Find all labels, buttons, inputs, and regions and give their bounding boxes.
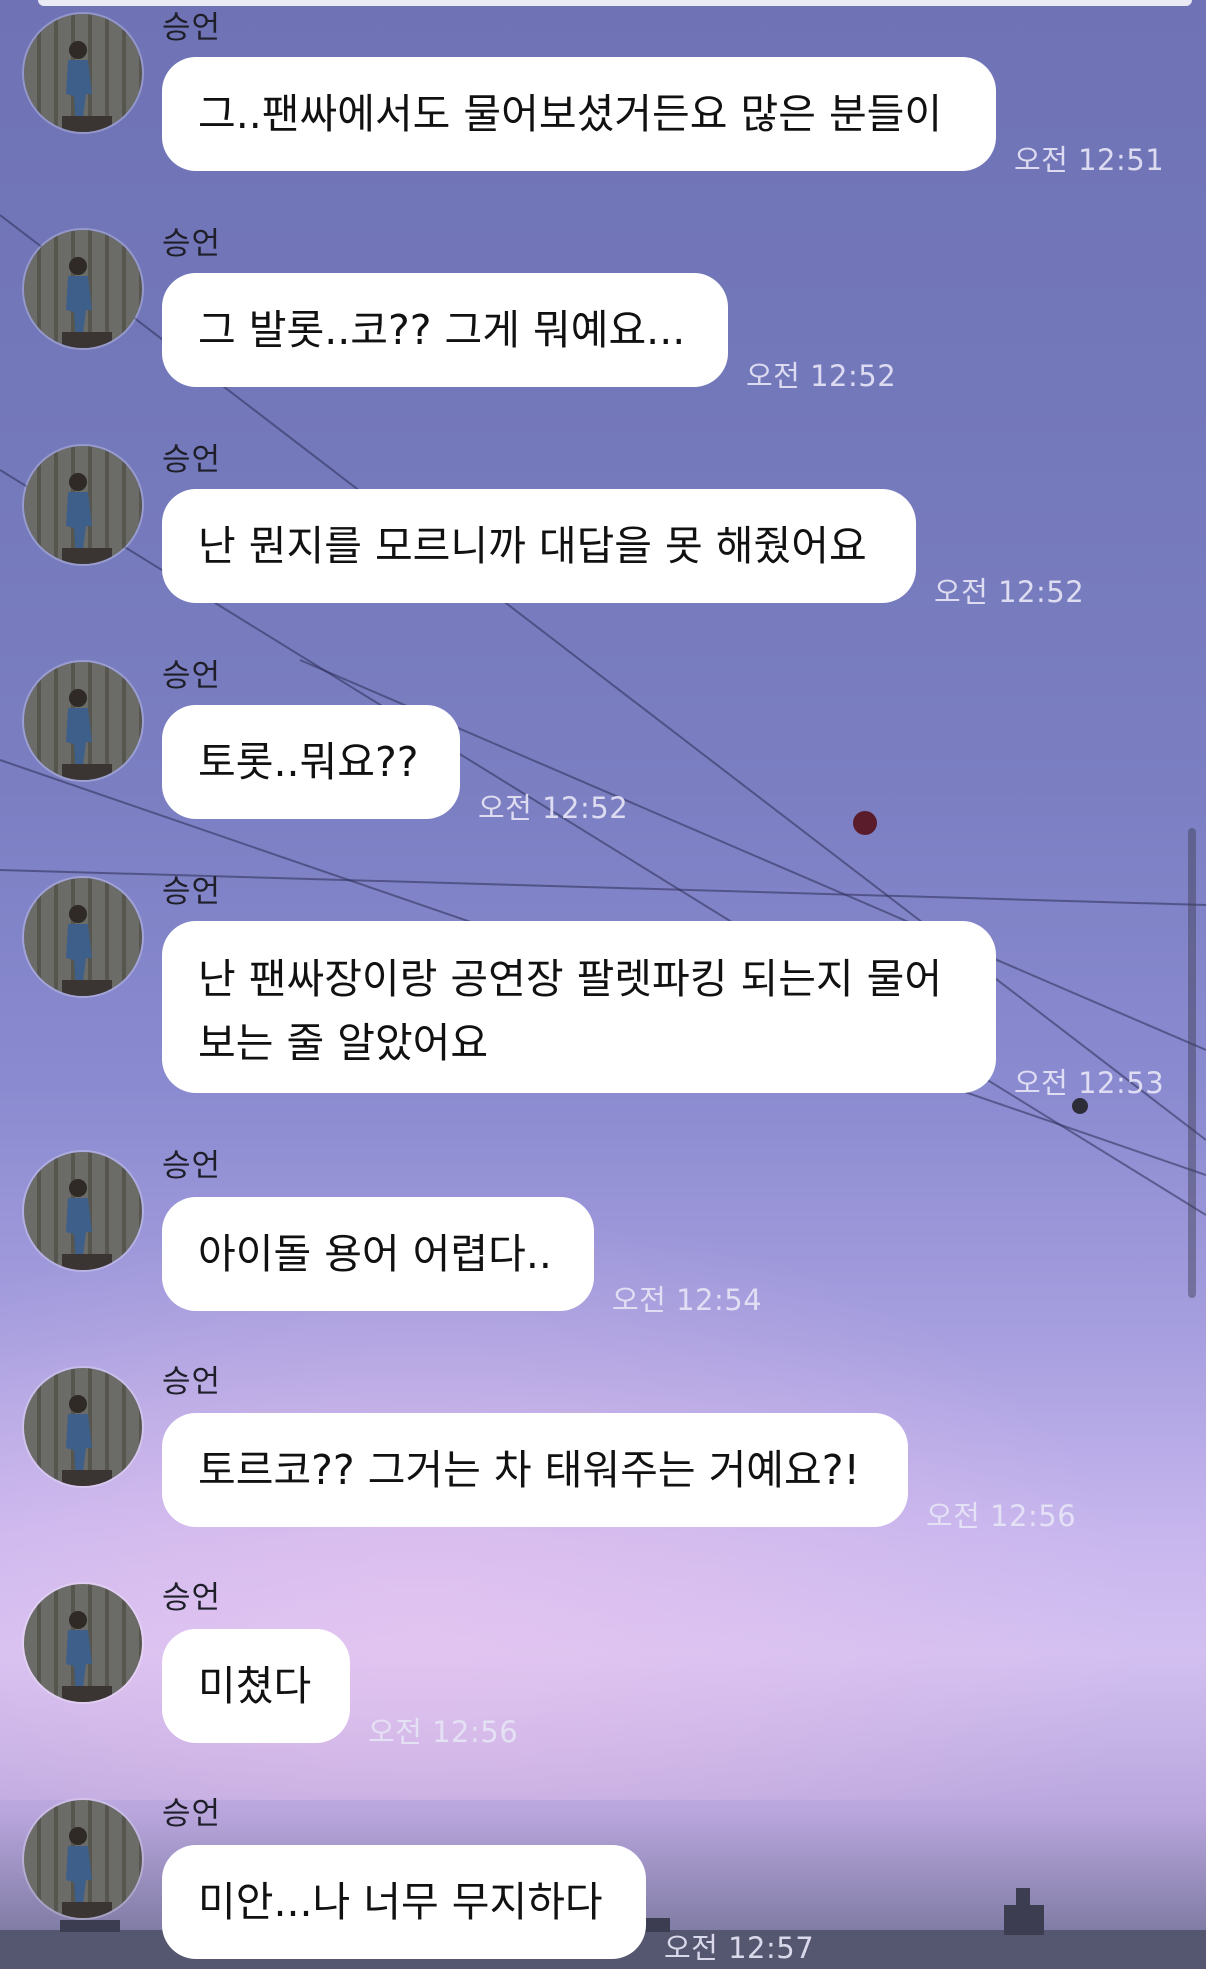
- profile-avatar[interactable]: [24, 662, 142, 780]
- sender-name: 승언: [162, 1796, 222, 1832]
- sender-name: 승언: [162, 874, 222, 910]
- message-bubble[interactable]: 난 팬싸장이랑 공연장 팔렛파킹 되는지 물어 보는 줄 알았어요: [162, 921, 996, 1093]
- message-bubble[interactable]: 미쳤다: [162, 1629, 350, 1743]
- profile-avatar[interactable]: [24, 446, 142, 564]
- message-timestamp: 오전 12:57: [664, 1931, 815, 1965]
- sender-name: 승언: [162, 658, 222, 694]
- message-bubble[interactable]: 그 발롯..코?? 그게 뭐예요...: [162, 273, 728, 387]
- message-bubble[interactable]: 아이돌 용어 어렵다..: [162, 1197, 594, 1311]
- message-timestamp: 오전 12:53: [1014, 1066, 1165, 1100]
- scrollbar-thumb[interactable]: [1188, 828, 1196, 1298]
- message-timestamp: 오전 12:52: [478, 791, 629, 825]
- profile-avatar[interactable]: [24, 1152, 142, 1270]
- profile-photo-icon: [62, 257, 112, 348]
- sender-name: 승언: [162, 1580, 222, 1616]
- message-bubble[interactable]: 미안...나 너무 무지하다: [162, 1845, 646, 1959]
- message-line: 난 팬싸장이랑 공연장 팔렛파킹 되는지 물어: [198, 955, 943, 1003]
- sender-name: 승언: [162, 10, 222, 46]
- message-bubble[interactable]: 난 뭔지를 모르니까 대답을 못 해줬어요: [162, 489, 916, 603]
- message-bubble[interactable]: 토르코?? 그거는 차 태워주는 거예요?!: [162, 1413, 908, 1527]
- chat-message-list[interactable]: 승언 그..팬싸에서도 물어보셨거든요 많은 분들이 오전 12:51 승언 그…: [0, 0, 1206, 1969]
- profile-avatar[interactable]: [24, 1800, 142, 1918]
- sender-name: 승언: [162, 1364, 222, 1400]
- profile-photo-icon: [62, 689, 112, 780]
- profile-photo-icon: [62, 905, 112, 996]
- message-timestamp: 오전 12:54: [612, 1283, 763, 1317]
- profile-avatar[interactable]: [24, 1368, 142, 1486]
- message-bubble[interactable]: 그..팬싸에서도 물어보셨거든요 많은 분들이: [162, 57, 996, 171]
- profile-avatar[interactable]: [24, 878, 142, 996]
- sender-name: 승언: [162, 226, 222, 262]
- profile-photo-icon: [62, 1395, 112, 1486]
- profile-photo-icon: [62, 1827, 112, 1918]
- profile-avatar[interactable]: [24, 14, 142, 132]
- message-timestamp: 오전 12:56: [368, 1715, 519, 1749]
- message-line: 보는 줄 알았어요: [198, 1019, 489, 1067]
- profile-photo-icon: [62, 1611, 112, 1702]
- sender-name: 승언: [162, 442, 222, 478]
- message-timestamp: 오전 12:52: [746, 359, 897, 393]
- profile-photo-icon: [62, 473, 112, 564]
- message-timestamp: 오전 12:51: [1014, 143, 1165, 177]
- profile-photo-icon: [62, 1179, 112, 1270]
- message-timestamp: 오전 12:52: [934, 575, 1085, 609]
- profile-photo-icon: [62, 41, 112, 132]
- message-bubble[interactable]: 토롯..뭐요??: [162, 705, 460, 819]
- message-timestamp: 오전 12:56: [926, 1499, 1077, 1533]
- profile-avatar[interactable]: [24, 1584, 142, 1702]
- profile-avatar[interactable]: [24, 230, 142, 348]
- sender-name: 승언: [162, 1148, 222, 1184]
